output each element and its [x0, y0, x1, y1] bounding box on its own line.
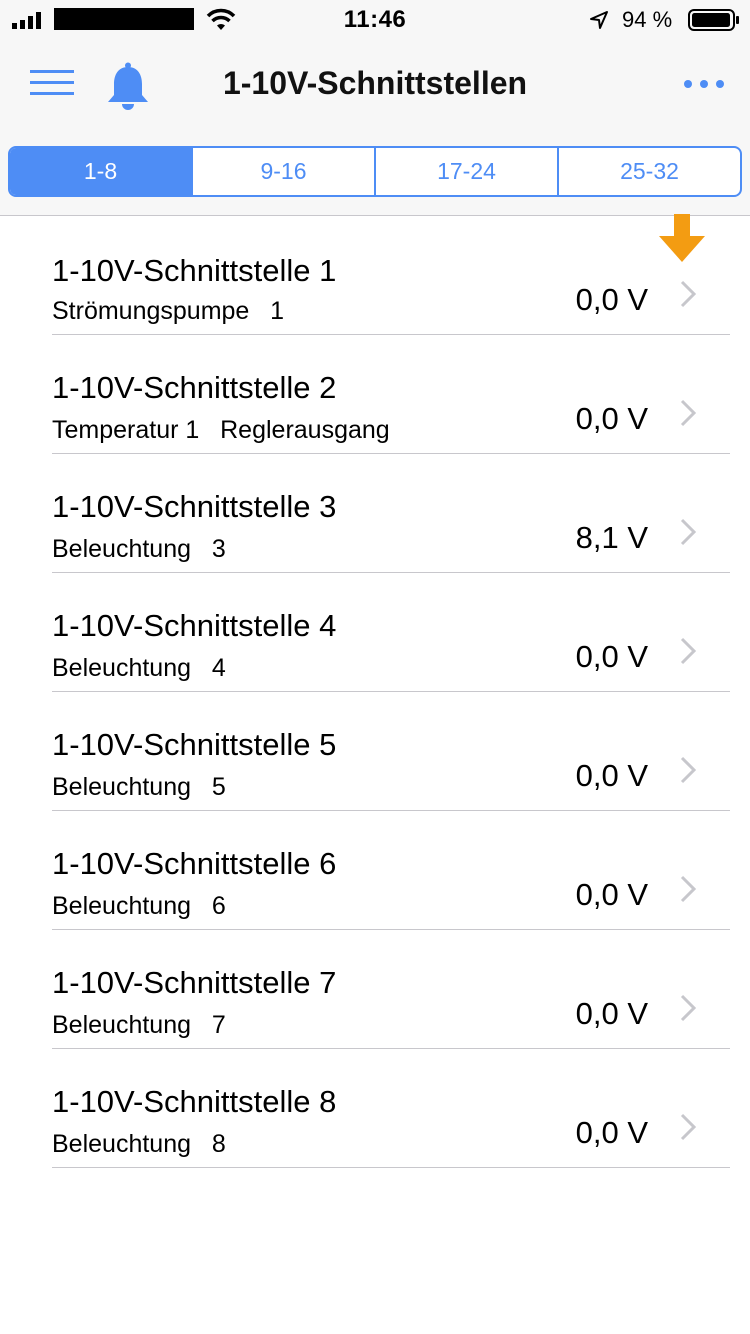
row-voltage-value: 0,0 V — [575, 758, 648, 793]
tab-17-24[interactable]: 17-24 — [376, 148, 559, 195]
list-item[interactable]: 1-10V-Schnittstelle 7 Beleuchtung 7 0,0 … — [52, 930, 730, 1049]
row-voltage-value: 0,0 V — [575, 639, 648, 674]
tab-25-32[interactable]: 25-32 — [559, 148, 740, 195]
row-voltage-value: 0,0 V — [575, 1115, 648, 1150]
row-subtitle: Beleuchtung 3 — [52, 535, 226, 563]
row-title: 1-10V-Schnittstelle 7 — [52, 965, 337, 1000]
list-item[interactable]: 1-10V-Schnittstelle 3 Beleuchtung 3 8,1 … — [52, 454, 730, 573]
list-item[interactable]: 1-10V-Schnittstelle 6 Beleuchtung 6 0,0 … — [52, 811, 730, 930]
list-item[interactable]: 1-10V-Schnittstelle 2 Temperatur 1 Regle… — [52, 335, 730, 454]
row-subtitle: Beleuchtung 4 — [52, 654, 226, 682]
row-voltage-value: 0,0 V — [575, 996, 648, 1031]
list-item[interactable]: 1-10V-Schnittstelle 5 Beleuchtung 5 0,0 … — [52, 692, 730, 811]
tab-9-16[interactable]: 9-16 — [193, 148, 376, 195]
battery-icon — [688, 9, 739, 31]
row-title: 1-10V-Schnittstelle 4 — [52, 608, 337, 643]
row-subtitle: Beleuchtung 6 — [52, 892, 226, 920]
interface-list: 1-10V-Schnittstelle 1 Strömungspumpe 1 0… — [0, 216, 750, 1168]
row-voltage-value: 8,1 V — [575, 520, 648, 555]
list-item[interactable]: 1-10V-Schnittstelle 4 Beleuchtung 4 0,0 … — [52, 573, 730, 692]
chevron-right-icon — [680, 280, 696, 308]
row-title: 1-10V-Schnittstelle 2 — [52, 370, 337, 405]
list-item[interactable]: 1-10V-Schnittstelle 8 Beleuchtung 8 0,0 … — [52, 1049, 730, 1168]
page-title: 1-10V-Schnittstellen — [222, 65, 528, 101]
chevron-right-icon — [680, 994, 696, 1022]
tab-1-8[interactable]: 1-8 — [10, 148, 193, 195]
chevron-right-icon — [680, 875, 696, 903]
row-voltage-value: 0,0 V — [575, 401, 648, 436]
row-title: 1-10V-Schnittstelle 3 — [52, 489, 337, 524]
chevron-right-icon — [680, 1113, 696, 1141]
row-subtitle: Beleuchtung 5 — [52, 773, 226, 801]
row-title: 1-10V-Schnittstelle 8 — [52, 1084, 337, 1119]
battery-percentage: 94 % — [622, 7, 673, 32]
status-bar: 11:46 94 % — [0, 0, 750, 40]
row-title: 1-10V-Schnittstelle 6 — [52, 846, 337, 881]
chevron-right-icon — [680, 399, 696, 427]
range-segmented-control: 1-8 9-16 17-24 25-32 — [8, 146, 742, 197]
navigation-bar: 1-10V-Schnittstellen 1-8 9-16 17-24 25-3… — [0, 40, 750, 216]
row-subtitle: Beleuchtung 7 — [52, 1011, 226, 1039]
chevron-right-icon — [680, 637, 696, 665]
row-subtitle: Beleuchtung 8 — [52, 1130, 226, 1158]
row-voltage-value: 0,0 V — [575, 282, 648, 317]
list-item[interactable]: 1-10V-Schnittstelle 1 Strömungspumpe 1 0… — [52, 216, 730, 335]
more-dots-icon[interactable] — [683, 78, 725, 90]
chevron-right-icon — [680, 756, 696, 784]
row-voltage-value: 0,0 V — [575, 877, 648, 912]
row-title: 1-10V-Schnittstelle 5 — [52, 727, 337, 762]
row-subtitle: Strömungspumpe 1 — [52, 297, 285, 325]
chevron-right-icon — [680, 518, 696, 546]
row-subtitle: Temperatur 1 Reglerausgang — [52, 416, 390, 444]
location-arrow-icon — [590, 11, 608, 29]
row-title: 1-10V-Schnittstelle 1 — [52, 253, 337, 288]
